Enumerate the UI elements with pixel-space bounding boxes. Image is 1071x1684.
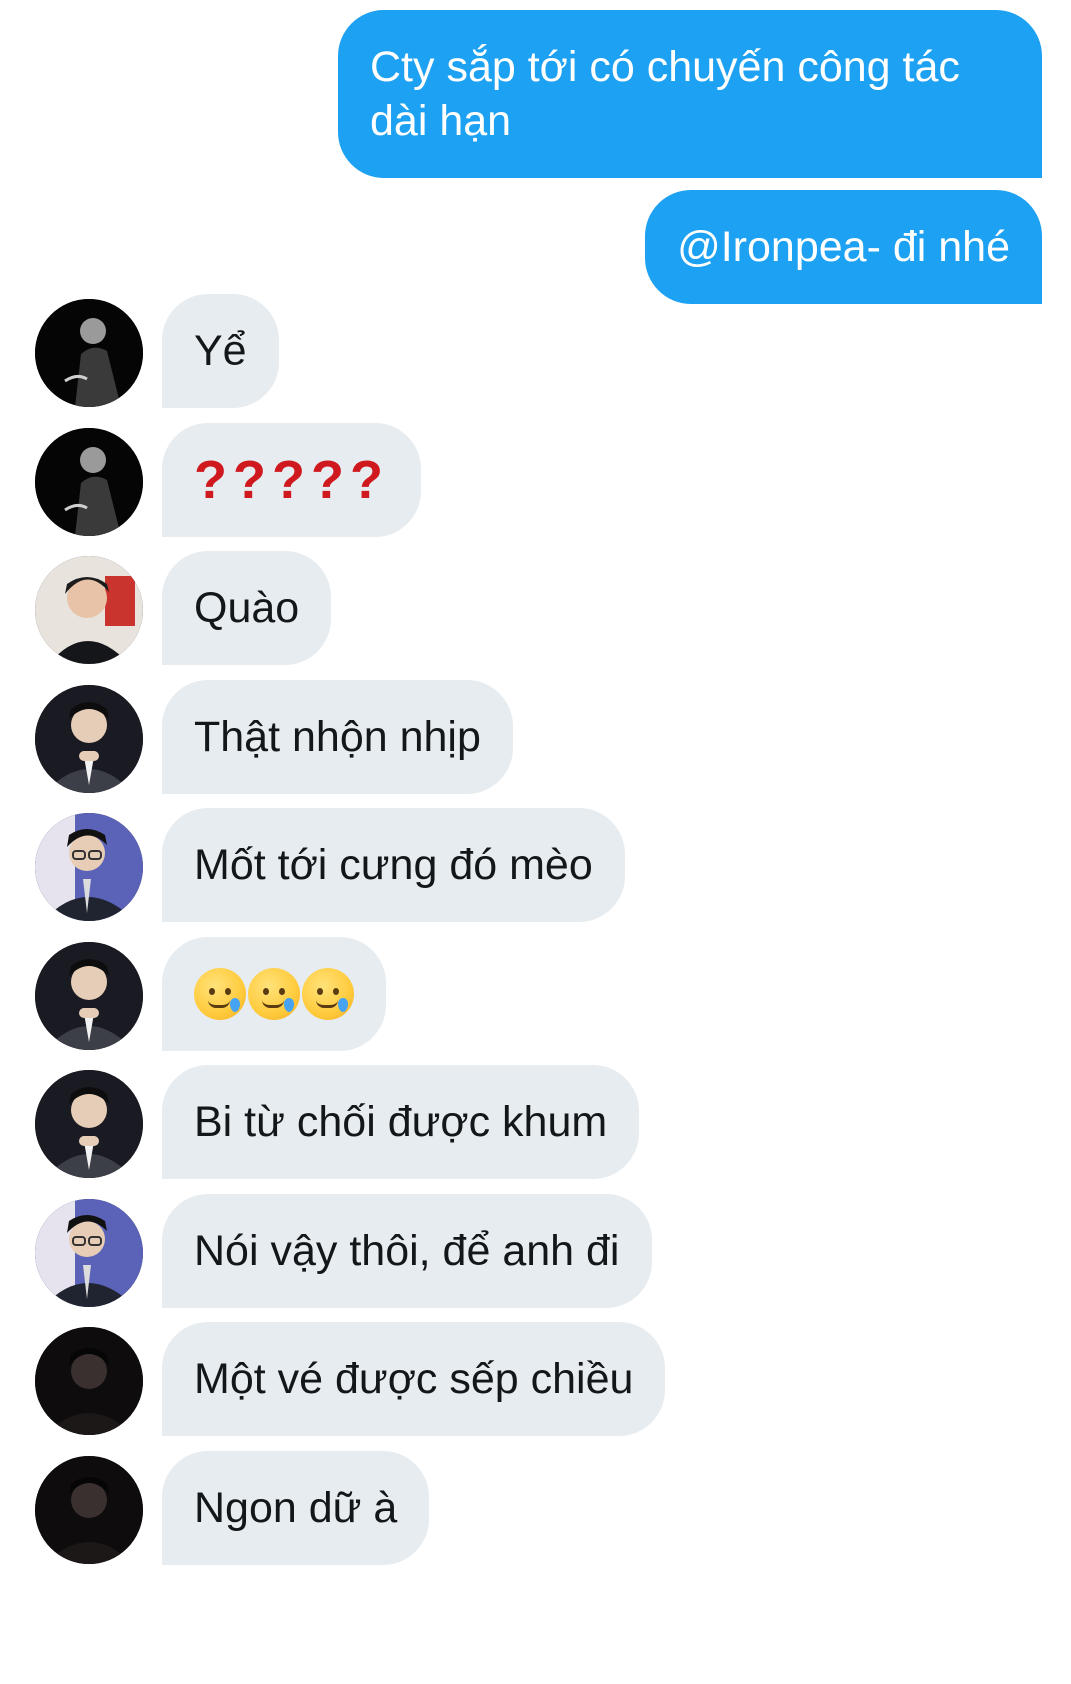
incoming-message-bubble[interactable] [162, 937, 386, 1051]
avatar-suit-portrait-image [35, 942, 143, 1050]
avatar-dark-profile-image [35, 428, 143, 536]
outgoing-message-bubble[interactable]: @Ironpea- đi nhé [645, 190, 1042, 304]
avatar[interactable] [35, 813, 143, 921]
emoji-group [194, 937, 354, 1051]
smiling-face-with-tear-icon [302, 968, 354, 1020]
message-text: Thật nhộn nhịp [194, 713, 481, 761]
avatar-shadow-portrait-image [35, 1327, 143, 1435]
avatar[interactable] [35, 1070, 143, 1178]
incoming-message-bubble[interactable]: Mốt tới cưng đó mèo [162, 808, 625, 922]
avatar-suit-portrait-image [35, 685, 143, 793]
dm-conversation: Cty sắp tới có chuyến công tác dài hạn @… [0, 0, 1071, 1684]
avatar[interactable] [35, 1199, 143, 1307]
avatar[interactable] [35, 942, 143, 1050]
incoming-message-bubble[interactable]: Ngon dữ à [162, 1451, 430, 1565]
avatar-dark-profile-image [35, 299, 143, 407]
message-text: @Ironpea- đi nhé [677, 223, 1010, 271]
avatar-glasses-portrait-image [35, 813, 143, 921]
message-text: Cty sắp tới có chuyến công tác dài hạn [370, 43, 960, 145]
question-marks: ????? [194, 450, 389, 510]
avatar[interactable] [35, 299, 143, 407]
avatar[interactable] [35, 428, 143, 536]
message-text: Bi từ chối được khum [194, 1098, 608, 1146]
smiling-face-with-tear-icon [194, 968, 246, 1020]
incoming-message-bubble[interactable]: Thật nhộn nhịp [162, 680, 513, 794]
incoming-message-bubble[interactable]: Yể [162, 294, 279, 408]
message-text: Quào [194, 584, 300, 632]
avatar-shadow-portrait-image [35, 1456, 143, 1564]
incoming-message-bubble[interactable]: Bi từ chối được khum [162, 1065, 640, 1179]
avatar-light-portrait-image [35, 556, 143, 664]
message-text: Mốt tới cưng đó mèo [194, 841, 593, 889]
smiling-face-with-tear-icon [248, 968, 300, 1020]
message-text: Yể [194, 327, 247, 375]
outgoing-message-bubble[interactable]: Cty sắp tới có chuyến công tác dài hạn [338, 10, 1042, 178]
avatar[interactable] [35, 685, 143, 793]
avatar-glasses-portrait-image [35, 1199, 143, 1307]
avatar[interactable] [35, 1327, 143, 1435]
message-text: Một vé được sếp chiều [194, 1355, 634, 1403]
incoming-message-bubble[interactable]: Một vé được sếp chiều [162, 1322, 666, 1436]
incoming-message-bubble[interactable]: ????? [162, 423, 421, 537]
incoming-message-bubble[interactable]: Nói vậy thôi, để anh đi [162, 1194, 652, 1308]
avatar[interactable] [35, 1456, 143, 1564]
message-text: Nói vậy thôi, để anh đi [194, 1227, 620, 1275]
incoming-message-bubble[interactable]: Quào [162, 551, 332, 665]
message-text: Ngon dữ à [194, 1484, 398, 1532]
avatar[interactable] [35, 556, 143, 664]
avatar-suit-portrait-image [35, 1070, 143, 1178]
